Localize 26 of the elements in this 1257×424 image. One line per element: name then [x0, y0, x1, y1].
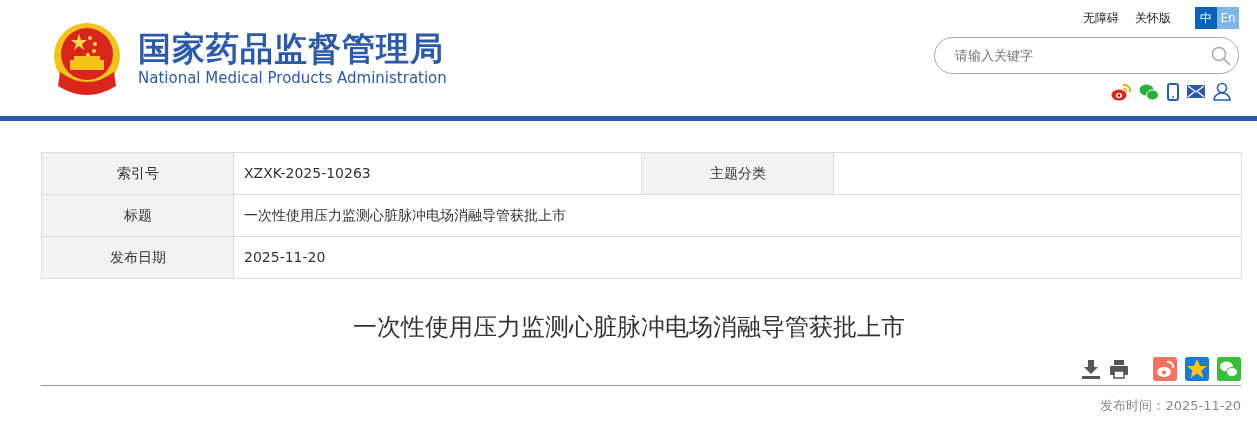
field-label: 标题 [123, 207, 152, 223]
site-title: 国家药品监督管理局 [138, 30, 445, 67]
weibo-share-icon[interactable] [1153, 357, 1177, 381]
star-share-icon[interactable] [1185, 357, 1209, 381]
field-label: 主题分类 [709, 165, 766, 181]
field-value: XZXK-2025-10263 [244, 165, 371, 181]
weibo-icon[interactable] [1111, 82, 1131, 101]
language-tab[interactable]: 中 [1195, 7, 1217, 29]
phone-icon[interactable] [1167, 82, 1179, 101]
field-value: 一次性使用压力监测心脏脉冲电场消融导管获批上市 [244, 207, 566, 223]
top-link[interactable]: 无障碍 [1083, 9, 1119, 27]
mail-icon[interactable] [1187, 85, 1205, 98]
print-icon[interactable] [1109, 359, 1129, 379]
user-icon[interactable] [1213, 82, 1231, 101]
download-icon[interactable] [1081, 359, 1101, 379]
field-label: 发布日期 [109, 249, 166, 265]
wechat-icon[interactable] [1139, 82, 1159, 101]
article-title: 一次性使用压力监测心脏脉冲电场消融导管获批上市 [352, 313, 905, 341]
search-field[interactable]: 请输入关键字 [934, 37, 1239, 74]
field-value: 2025-11-20 [244, 249, 326, 265]
field-label: 索引号 [116, 165, 159, 181]
national-emblem-icon [52, 22, 122, 98]
top-link[interactable]: 关怀版 [1135, 9, 1171, 27]
publish-time: 发布时间：2025-11-20 [1100, 398, 1241, 413]
site-subtitle: National Medical Products Administration [138, 67, 447, 89]
wechat-share-icon[interactable] [1217, 357, 1241, 381]
